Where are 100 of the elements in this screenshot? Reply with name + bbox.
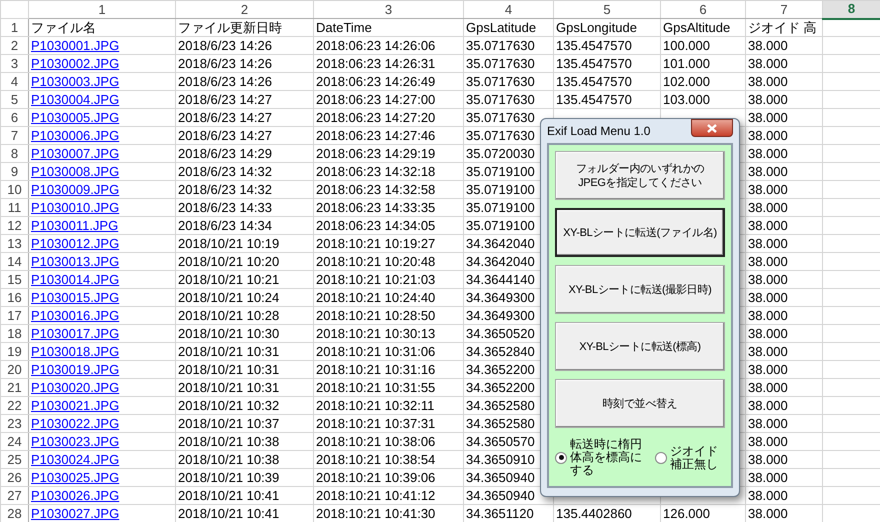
table-cell: 2018/6/23 14:27: [176, 90, 314, 108]
row-number[interactable]: 12: [0, 216, 28, 234]
table-cell: 2018/10/21 10:31: [176, 360, 314, 378]
row-number[interactable]: 23: [0, 414, 28, 432]
column-header[interactable]: 4: [464, 0, 554, 18]
table-cell: 2018:10:21 10:21:03: [314, 270, 464, 288]
table-cell: 2018:06:23 14:29:19: [314, 144, 464, 162]
radio-option[interactable]: ジオイド補正無し: [655, 444, 725, 470]
table-cell: DateTime: [314, 18, 464, 36]
table-cell: 2018:06:23 14:27:20: [314, 108, 464, 126]
table-cell: 2018/6/23 14:26: [176, 36, 314, 54]
table-cell: 2018:06:23 14:27:46: [314, 126, 464, 144]
table-cell: 2018/10/21 10:39: [176, 468, 314, 486]
radio-button[interactable]: [655, 452, 667, 464]
table-cell: 35.0717630: [464, 36, 554, 54]
row-number[interactable]: 14: [0, 252, 28, 270]
row-number[interactable]: 13: [0, 234, 28, 252]
table-cell: 38.000: [746, 126, 822, 144]
table-cell: 2018:06:23 14:34:05: [314, 216, 464, 234]
table-cell: 38.000: [746, 396, 822, 414]
column-header[interactable]: 5: [554, 0, 660, 18]
table-cell: 2018:10:21 10:30:13: [314, 324, 464, 342]
table-cell: 2018/6/23 14:27: [176, 108, 314, 126]
table-cell: 38.000: [746, 216, 822, 234]
table-cell: 100.000: [660, 36, 746, 54]
table-cell: 2018/6/23 14:32: [176, 180, 314, 198]
row-number[interactable]: 9: [0, 162, 28, 180]
table-cell: 38.000: [746, 108, 822, 126]
table-cell: 38.000: [746, 198, 822, 216]
table-cell: 38.000: [746, 306, 822, 324]
column-header[interactable]: 8: [822, 0, 880, 18]
row-number[interactable]: 8: [0, 144, 28, 162]
row-number[interactable]: 16: [0, 288, 28, 306]
menu-button[interactable]: XY-BLシートに転送(標高): [555, 322, 725, 371]
table-cell: 35.0717630: [464, 72, 554, 90]
table-cell: 38.000: [746, 162, 822, 180]
row-number[interactable]: 17: [0, 306, 28, 324]
row-number[interactable]: 18: [0, 324, 28, 342]
table-cell: 35.0717630: [464, 90, 554, 108]
row-number[interactable]: 4: [0, 72, 28, 90]
row-number[interactable]: 11: [0, 198, 28, 216]
table-cell: 2018:06:23 14:33:35: [314, 198, 464, 216]
row-number[interactable]: 19: [0, 342, 28, 360]
row-number[interactable]: 26: [0, 468, 28, 486]
row-number[interactable]: 3: [0, 54, 28, 72]
row-number[interactable]: 22: [0, 396, 28, 414]
menu-button[interactable]: XY-BLシートに転送(撮影日時): [555, 265, 725, 314]
row-number[interactable]: 5: [0, 90, 28, 108]
row-number[interactable]: 24: [0, 432, 28, 450]
column-header[interactable]: 2: [176, 0, 314, 18]
row-number[interactable]: 21: [0, 378, 28, 396]
column-header[interactable]: 6: [660, 0, 746, 18]
table-cell: 38.000: [746, 90, 822, 108]
row-number[interactable]: 6: [0, 108, 28, 126]
table-cell: 2018:06:23 14:26:49: [314, 72, 464, 90]
table-cell: 2018:10:21 10:31:16: [314, 360, 464, 378]
menu-button[interactable]: フォルダー内のいずれかの JPEGを指定してください: [555, 151, 725, 200]
radio-label: 転送時に楕円体高を標高にする: [570, 438, 643, 477]
table-cell: 2018/10/21 10:21: [176, 270, 314, 288]
row-number[interactable]: 2: [0, 36, 28, 54]
row-number[interactable]: 10: [0, 180, 28, 198]
radio-label: ジオイド補正無し: [670, 444, 719, 470]
table-cell: 38.000: [746, 486, 822, 504]
close-button[interactable]: [691, 119, 733, 137]
table-cell: 2018/6/23 14:34: [176, 216, 314, 234]
table-cell: 2018/6/23 14:26: [176, 54, 314, 72]
table-cell: 2018:10:21 10:24:40: [314, 288, 464, 306]
column-header[interactable]: 3: [314, 0, 464, 18]
table-cell: 135.4547570: [554, 90, 660, 108]
table-cell: 38.000: [746, 234, 822, 252]
table-cell: 2018/10/21 10:41: [176, 504, 314, 522]
table-cell: 2018/10/21 10:20: [176, 252, 314, 270]
table-cell: 2018:10:21 10:38:06: [314, 432, 464, 450]
table-cell: 38.000: [746, 72, 822, 90]
table-cell: ファイル更新日時: [176, 18, 314, 36]
table-cell: 2018/6/23 14:32: [176, 162, 314, 180]
row-number[interactable]: 28: [0, 504, 28, 522]
table-cell: 2018:06:23 14:27:00: [314, 90, 464, 108]
table-cell: 2018:10:21 10:32:11: [314, 396, 464, 414]
table-cell: GpsAltitude: [660, 18, 746, 36]
row-number[interactable]: 25: [0, 450, 28, 468]
table-cell: 2018:10:21 10:41:30: [314, 504, 464, 522]
radio-button[interactable]: [555, 452, 567, 464]
row-number[interactable]: 27: [0, 486, 28, 504]
table-cell: 38.000: [746, 360, 822, 378]
column-header[interactable]: 7: [746, 0, 822, 18]
menu-button[interactable]: 時刻で並べ替え: [555, 379, 725, 428]
table-cell: ファイル名: [28, 18, 176, 36]
column-header[interactable]: 1: [28, 0, 176, 18]
table-cell: 38.000: [746, 54, 822, 72]
row-number[interactable]: 1: [0, 18, 28, 36]
table-cell: GpsLongitude: [554, 18, 660, 36]
menu-button[interactable]: XY-BLシートに転送(ファイル名): [555, 208, 725, 257]
table-cell: 2018:10:21 10:41:12: [314, 486, 464, 504]
row-number[interactable]: 20: [0, 360, 28, 378]
table-cell: 38.000: [746, 252, 822, 270]
row-number[interactable]: 7: [0, 126, 28, 144]
radio-option[interactable]: 転送時に楕円体高を標高にする: [555, 438, 651, 477]
table-cell: 38.000: [746, 468, 822, 486]
row-number[interactable]: 15: [0, 270, 28, 288]
